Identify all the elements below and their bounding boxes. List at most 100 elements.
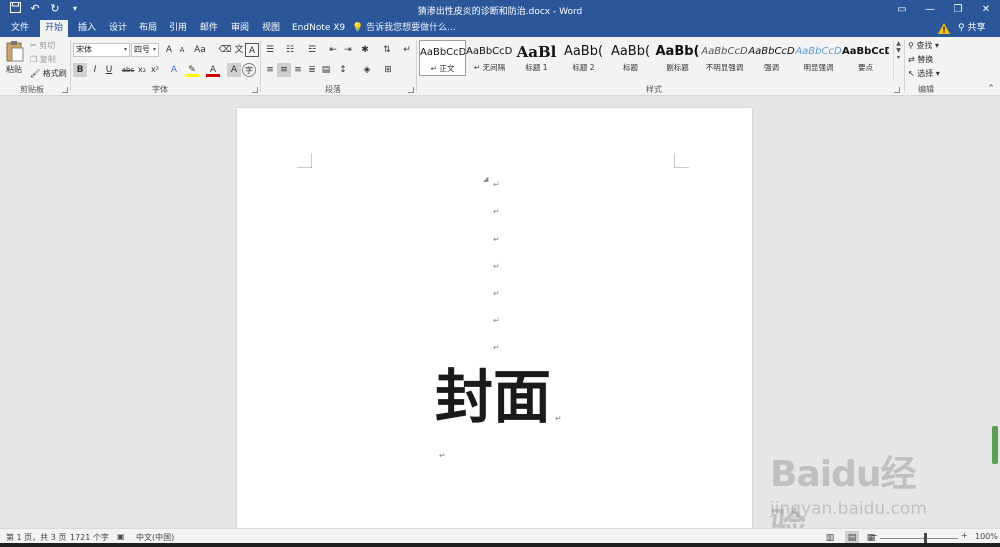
styles-dialog-launcher[interactable] — [894, 87, 900, 93]
lightbulb-icon: 💡 — [352, 23, 364, 33]
show-marks-icon[interactable]: ↵ — [400, 43, 414, 57]
collapse-ribbon-icon[interactable]: ^ — [984, 81, 998, 95]
warning-icon[interactable] — [938, 23, 950, 34]
copy-button[interactable]: ❐ 复制 — [30, 54, 56, 65]
underline-button[interactable]: U — [102, 63, 116, 77]
multilevel-list-icon[interactable]: ☲ — [305, 43, 319, 57]
cursor-icon: ↖ — [908, 69, 915, 78]
tab-layout[interactable]: 布局 — [134, 20, 162, 37]
restore-icon[interactable]: ❐ — [944, 0, 972, 20]
paragraph-mark: ↵ — [493, 262, 500, 271]
style-no-spacing[interactable]: AaBbCcDc ↵ 无间隔 — [466, 40, 513, 76]
char-border-icon[interactable]: A — [245, 43, 259, 57]
change-case-button[interactable]: Aa — [191, 43, 209, 57]
style-subtitle[interactable]: AaBb( 副标题 — [654, 40, 701, 76]
font-name-combo[interactable]: 宋体 ▾ — [73, 43, 130, 57]
tell-me-box[interactable]: 💡 告诉我您想要做什么... — [352, 20, 456, 37]
tab-view[interactable]: 视图 — [257, 20, 285, 37]
language-indicator[interactable]: 中文(中国) — [136, 532, 174, 543]
format-painter-button[interactable]: 🖌 格式刷 — [30, 68, 67, 79]
text-effects-icon[interactable]: A — [167, 63, 181, 77]
font-size-combo[interactable]: 四号 ▾ — [131, 43, 159, 57]
grow-font-button[interactable]: A — [162, 43, 176, 57]
style-heading-2[interactable]: AaBb( 标题 2 — [560, 40, 607, 76]
shrink-font-button[interactable]: A — [175, 43, 189, 57]
tab-file[interactable]: 文件 — [6, 20, 34, 37]
zoom-level[interactable]: 100% — [975, 532, 998, 541]
enclosed-char-icon[interactable]: 字 — [242, 63, 256, 77]
tab-mailings[interactable]: 邮件 — [195, 20, 223, 37]
sort-icon[interactable]: ⇅ — [380, 43, 394, 57]
strikethrough-button[interactable]: abc — [121, 63, 135, 77]
italic-button[interactable]: I — [88, 63, 102, 77]
zoom-slider-thumb[interactable] — [924, 533, 927, 543]
tab-design[interactable]: 设计 — [104, 20, 132, 37]
replace-icon: ⇄ — [908, 55, 915, 64]
numbering-icon[interactable]: ☷ — [283, 43, 297, 57]
paste-button[interactable]: 粘贴 — [6, 40, 26, 80]
paragraph-mark: ↵ — [439, 451, 446, 460]
minimize-icon[interactable]: — — [916, 0, 944, 20]
clear-format-icon[interactable]: ⌫ — [218, 43, 232, 57]
style-title[interactable]: AaBb( 标题 — [607, 40, 654, 76]
tab-endnote[interactable]: EndNote X9 — [287, 20, 350, 37]
close-icon[interactable]: ✕ — [972, 0, 1000, 20]
align-left-icon[interactable]: ≡ — [263, 63, 277, 77]
share-button[interactable]: ⚲ 共享 — [958, 20, 985, 37]
line-spacing-icon[interactable]: ↕ — [336, 63, 350, 77]
font-dialog-launcher[interactable] — [252, 87, 258, 93]
style-subtle-emphasis[interactable]: AaBbCcD 不明显强调 — [701, 40, 748, 76]
ribbon-display-icon[interactable]: ▭ — [888, 0, 916, 20]
style-sample: AaBbCcDc — [420, 47, 465, 58]
bullets-icon[interactable]: ☰ — [263, 43, 277, 57]
word-count[interactable]: 1721 个字 — [70, 532, 109, 543]
tab-review[interactable]: 审阅 — [226, 20, 254, 37]
superscript-button[interactable]: x² — [148, 63, 162, 77]
document-page[interactable]: ◢ ↵ ↵ ↵ ↵ ↵ ↵ ↵ 封面 ↵ ↵ — [237, 108, 752, 528]
style-emphasis[interactable]: AaBbCcD 强调 — [748, 40, 795, 76]
style-name: 要点 — [858, 63, 873, 72]
justify-icon[interactable]: ≣ — [305, 63, 319, 77]
styles-gallery-scroll[interactable]: ▲ ▼ ▾ — [893, 40, 903, 80]
zoom-in-icon[interactable]: + — [961, 531, 968, 540]
align-center-icon[interactable]: ≡ — [277, 63, 291, 77]
increase-indent-icon[interactable]: ⇥ — [341, 43, 355, 57]
borders-icon[interactable]: ⊞ — [381, 63, 395, 77]
decrease-indent-icon[interactable]: ⇤ — [326, 43, 340, 57]
vertical-scrollbar-thumb[interactable] — [992, 426, 998, 464]
find-label: 查找 — [916, 41, 933, 50]
chinese-layout-icon[interactable]: ✱ — [358, 43, 372, 57]
chevron-down-icon: ▾ — [123, 46, 127, 53]
style-intense-emphasis[interactable]: AaBbCcD 明显强调 — [795, 40, 842, 76]
page-count[interactable]: 第 1 页，共 3 页 — [6, 532, 66, 543]
align-right-icon[interactable]: ≡ — [291, 63, 305, 77]
proofing-icon[interactable]: ▣ — [117, 532, 125, 541]
clipboard-dialog-launcher[interactable] — [62, 87, 68, 93]
style-heading-1[interactable]: AaBl 标题 1 — [513, 40, 560, 76]
style-normal[interactable]: AaBbCcDc ↵ 正文 — [419, 40, 466, 76]
find-button[interactable]: ⚲ 查找 ▾ — [908, 40, 939, 51]
replace-button[interactable]: ⇄ 替换 — [908, 54, 933, 65]
group-separator — [416, 40, 417, 92]
select-button[interactable]: ↖ 选择 ▾ — [908, 68, 940, 79]
distributed-icon[interactable]: ▤ — [319, 63, 333, 77]
style-strong[interactable]: AaBbCcD 要点 — [842, 40, 889, 76]
paragraph-mark: ↵ — [493, 316, 500, 325]
highlighter-icon[interactable]: ✎ — [185, 63, 199, 77]
phonetic-guide-icon[interactable]: 文 — [232, 43, 246, 57]
paragraph-dialog-launcher[interactable] — [408, 87, 414, 93]
font-color-icon[interactable]: A — [206, 63, 220, 77]
bold-button[interactable]: B — [73, 63, 87, 77]
shading-icon[interactable]: ◈ — [360, 63, 374, 77]
subscript-button[interactable]: x₂ — [135, 63, 149, 77]
tab-references[interactable]: 引用 — [164, 20, 192, 37]
select-label: 选择 — [917, 69, 934, 78]
style-sample: AaBbCcD — [795, 46, 842, 57]
tab-home[interactable]: 开始 — [40, 20, 69, 37]
cut-button[interactable]: ✂ 剪切 — [30, 40, 55, 51]
zoom-slider[interactable] — [880, 538, 958, 539]
char-shading-icon[interactable]: A — [227, 63, 241, 77]
zoom-out-icon[interactable]: − — [871, 531, 878, 540]
tab-insert[interactable]: 插入 — [73, 20, 101, 37]
style-name: 强调 — [764, 63, 779, 72]
